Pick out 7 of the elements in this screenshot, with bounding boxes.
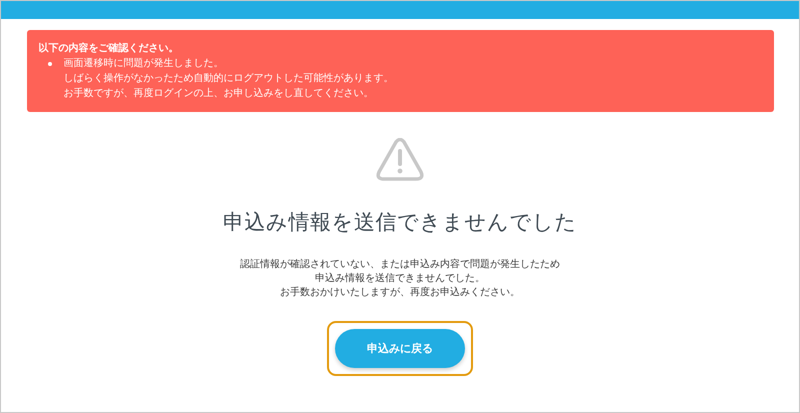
alert-message: 画面遷移時に問題が発生しました。 しばらく操作がなかったため自動的にログアウトした可能性があります。 お手数ですが、再度ログインの上、お申し込みをし直してください。 bbox=[64, 56, 394, 101]
alert-heading: 以下の内容をご確認ください。 bbox=[38, 41, 180, 56]
result-title: 申込み情報を送信できませんでした bbox=[223, 209, 577, 236]
result-message: 認証情報が確認されていない、または申込み内容で問題が発生したため 申込み情報を送信できませんでした。 お手数おかけいたしますが、再度お申込みください。 bbox=[240, 258, 560, 300]
back-button[interactable]: 申込みに戻る bbox=[335, 329, 465, 368]
warning-icon bbox=[376, 138, 424, 182]
bullet-icon bbox=[48, 62, 52, 66]
